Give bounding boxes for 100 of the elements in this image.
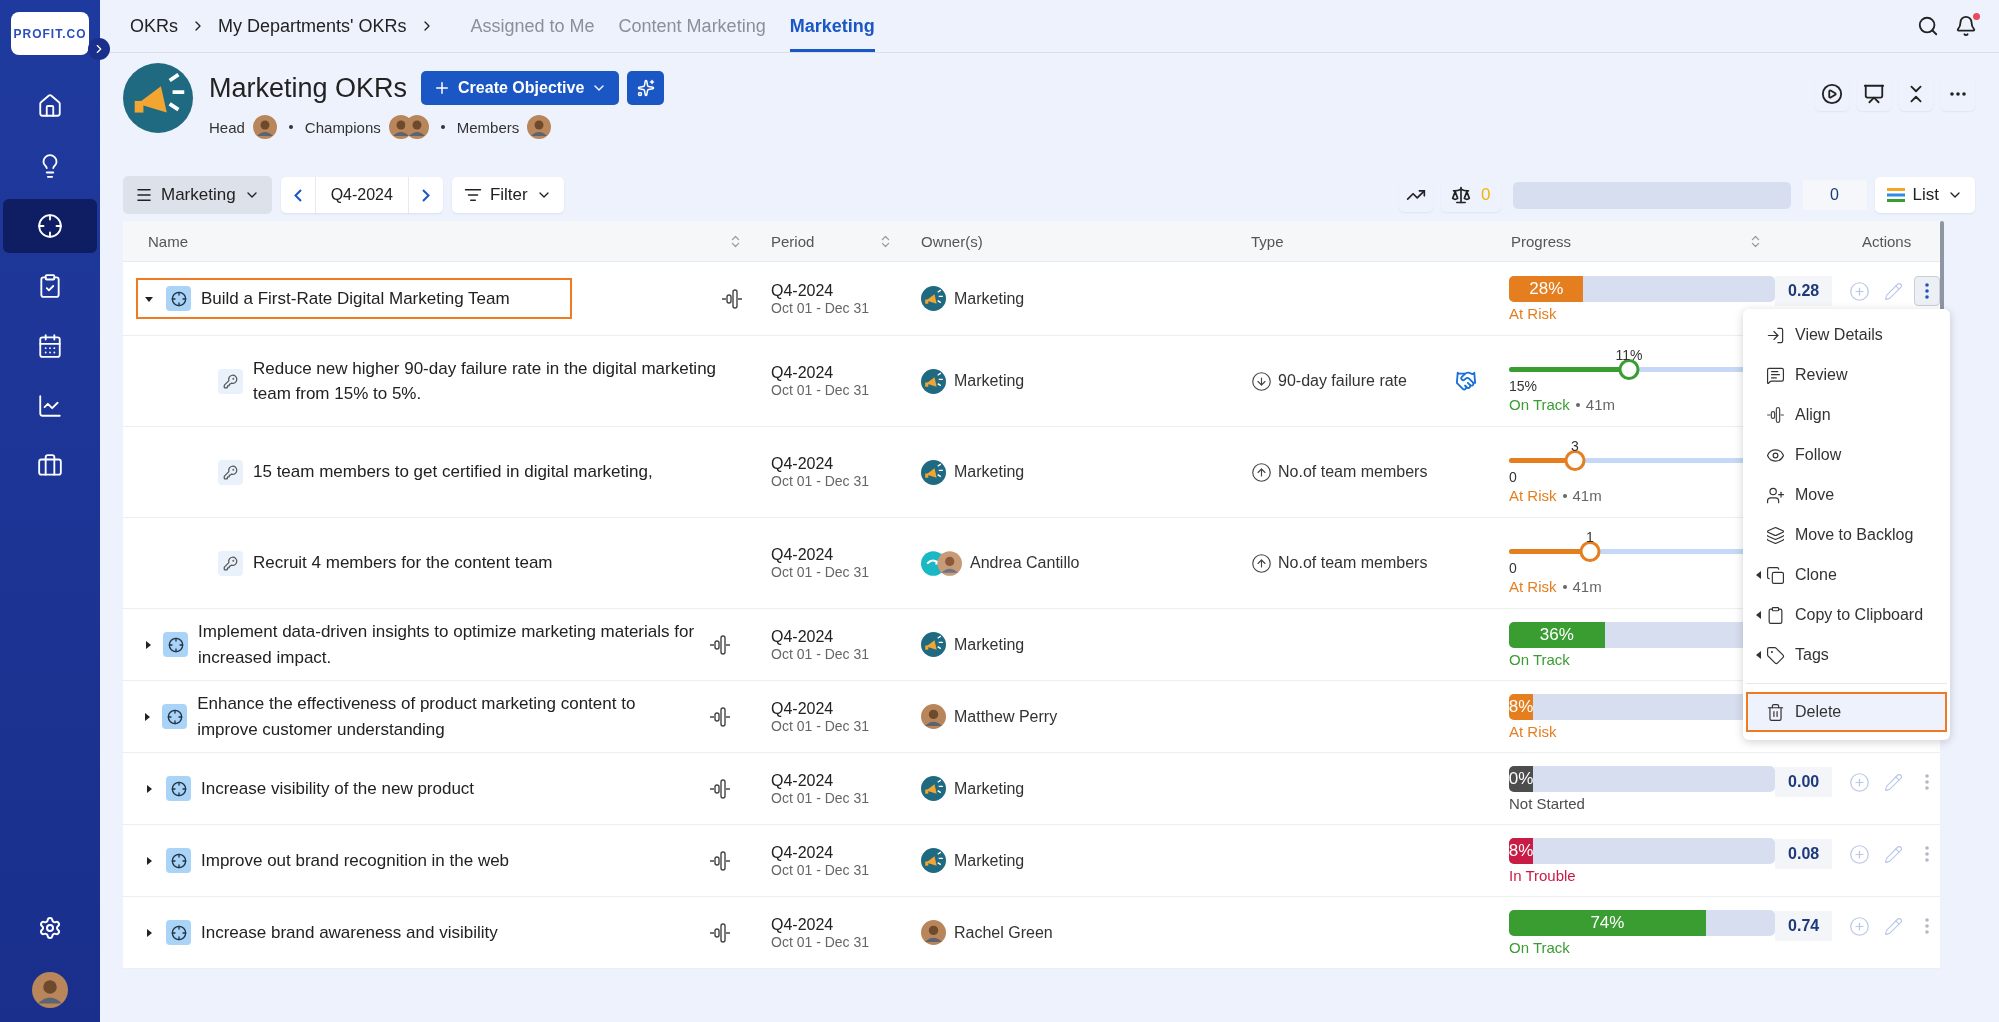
submenu-caret-icon bbox=[1756, 611, 1761, 619]
user-icon bbox=[1766, 485, 1785, 505]
column-header: Name bbox=[148, 232, 188, 250]
target-icon bbox=[166, 286, 191, 311]
status-text: At Risk bbox=[1509, 304, 1557, 322]
owner-name: Marketing bbox=[954, 289, 1025, 308]
notifications-button[interactable] bbox=[1955, 15, 1977, 37]
filter-icon bbox=[463, 186, 482, 204]
menu-icon bbox=[135, 186, 153, 204]
column-header: Owner(s) bbox=[921, 232, 983, 250]
metric-type: No.of team members bbox=[1278, 463, 1428, 481]
plus-circle-icon bbox=[1848, 771, 1870, 793]
status-text: At Risk bbox=[1509, 487, 1557, 504]
key-icon bbox=[218, 459, 243, 485]
align-icon bbox=[1766, 405, 1785, 425]
progress-fill: 8% bbox=[1509, 693, 1533, 720]
settings-button[interactable] bbox=[38, 916, 62, 940]
objective-name[interactable]: Recruit 4 members for the content team bbox=[253, 550, 553, 576]
progress-fill: 74% bbox=[1509, 909, 1706, 936]
pencil-icon bbox=[1883, 844, 1903, 864]
score: 0.08 bbox=[1775, 839, 1833, 869]
date-range: Oct 01 - Dec 31 bbox=[771, 789, 871, 806]
filter-button[interactable]: Filter bbox=[451, 177, 564, 213]
more-vertical-icon bbox=[1925, 846, 1930, 862]
pencil-icon bbox=[1883, 916, 1903, 936]
home-icon bbox=[37, 93, 63, 119]
objective-name[interactable]: Improve out brand recognition in the web bbox=[201, 847, 510, 874]
date-range: Oct 01 - Dec 31 bbox=[771, 645, 871, 662]
menu-item[interactable]: Clone bbox=[1746, 555, 1947, 595]
metric-type: 90-day failure rate bbox=[1278, 372, 1407, 390]
menu-item[interactable]: Align bbox=[1746, 395, 1947, 435]
status-text: On Track bbox=[1509, 396, 1570, 413]
nav-item[interactable] bbox=[3, 199, 97, 253]
plus-circle-icon bbox=[1848, 843, 1870, 865]
objective-name[interactable]: Build a First-Rate Digital Marketing Team bbox=[201, 285, 510, 312]
slider-thumb[interactable] bbox=[1564, 450, 1586, 471]
target-icon bbox=[163, 632, 189, 657]
objective-name[interactable]: 15 team members to get certified in digital marketing, bbox=[253, 459, 653, 485]
menu-item[interactable]: Follow bbox=[1746, 435, 1947, 475]
menu-item[interactable]: Copy to Clipboard bbox=[1746, 595, 1947, 635]
menu-item[interactable]: Move bbox=[1746, 475, 1947, 515]
objective-name[interactable]: Enhance the effectiveness of product marketing content to improve customer understanding bbox=[197, 691, 699, 742]
column-header: Type bbox=[1251, 232, 1284, 250]
more-vertical-icon bbox=[1925, 918, 1930, 934]
logo[interactable]: PROFIT.CO bbox=[11, 12, 89, 55]
updated-time: 41m bbox=[1585, 396, 1616, 413]
trash-icon bbox=[1766, 702, 1785, 722]
breadcrumb-link[interactable]: OKRs bbox=[130, 0, 178, 52]
align-icon bbox=[709, 704, 731, 729]
view-dropdown[interactable]: List bbox=[1874, 177, 1975, 213]
period-text: Q4-2024 bbox=[771, 281, 835, 300]
tab[interactable]: Marketing bbox=[789, 0, 875, 52]
period-text: Q4-2024 bbox=[771, 699, 835, 718]
clipboard-icon bbox=[1766, 605, 1785, 625]
updated-time: 41m bbox=[1572, 578, 1602, 595]
align-icon bbox=[709, 848, 731, 873]
objective-name[interactable]: Reduce new higher 90-day failure rate in the digital marketing team from 15% to 5%. bbox=[253, 355, 731, 407]
submenu-caret-icon bbox=[1756, 571, 1761, 579]
owner-name: Marketing bbox=[954, 635, 1025, 654]
scale-icon bbox=[1451, 185, 1472, 205]
slider-value: 1 bbox=[1586, 529, 1594, 545]
menu-item[interactable]: Review bbox=[1746, 355, 1947, 395]
create-objective-button[interactable]: Create Objective bbox=[421, 71, 620, 105]
sparkles-icon bbox=[636, 79, 655, 97]
slider-thumb[interactable] bbox=[1579, 541, 1601, 562]
sparkle-button[interactable] bbox=[627, 71, 665, 105]
slider-thumb[interactable] bbox=[1618, 359, 1640, 380]
presentation-icon bbox=[1863, 83, 1885, 105]
objective-name[interactable]: Increase visibility of the new product bbox=[201, 775, 475, 802]
owner-name: Rachel Green bbox=[954, 923, 1053, 942]
breadcrumb-link[interactable]: My Departments' OKRs bbox=[218, 0, 407, 52]
menu-item[interactable]: Tags bbox=[1746, 635, 1947, 675]
pencil-icon bbox=[1883, 281, 1903, 301]
objective-name[interactable]: Increase brand awareness and visibility bbox=[201, 919, 498, 946]
status-text: In Trouble bbox=[1509, 866, 1576, 884]
progress-fill: 28% bbox=[1509, 275, 1584, 302]
settings-icon bbox=[38, 916, 62, 940]
chart-icon bbox=[37, 393, 63, 419]
date-range: Oct 01 - Dec 31 bbox=[771, 717, 871, 734]
score: 0.00 bbox=[1775, 767, 1833, 797]
start-value: 15% bbox=[1509, 378, 1538, 394]
slider-value: 3 bbox=[1571, 438, 1579, 454]
period-text: Q4-2024 bbox=[771, 771, 835, 790]
submenu-caret-icon bbox=[1756, 651, 1761, 659]
chevron-left-icon bbox=[293, 188, 302, 202]
clipboard-icon bbox=[37, 273, 63, 299]
status-text: At Risk bbox=[1509, 578, 1557, 595]
menu-item[interactable]: Move to Backlog bbox=[1746, 515, 1947, 555]
progress-fill: 36% bbox=[1509, 621, 1605, 648]
menu-item[interactable]: View Details bbox=[1746, 315, 1947, 355]
caret-icon bbox=[144, 927, 154, 938]
date-range: Oct 01 - Dec 31 bbox=[771, 564, 871, 580]
score: 0.28 bbox=[1775, 276, 1833, 306]
objective-name[interactable]: Implement data-driven insights to optimize marketing materials for increased impact. bbox=[198, 619, 699, 670]
search-button[interactable] bbox=[1917, 15, 1939, 37]
group-dropdown[interactable]: Marketing bbox=[123, 176, 272, 214]
more-options-button[interactable] bbox=[1914, 276, 1940, 306]
expand-sidebar-button[interactable] bbox=[88, 38, 110, 60]
menu-item[interactable]: Delete bbox=[1746, 692, 1947, 732]
score: 0.74 bbox=[1775, 911, 1833, 941]
